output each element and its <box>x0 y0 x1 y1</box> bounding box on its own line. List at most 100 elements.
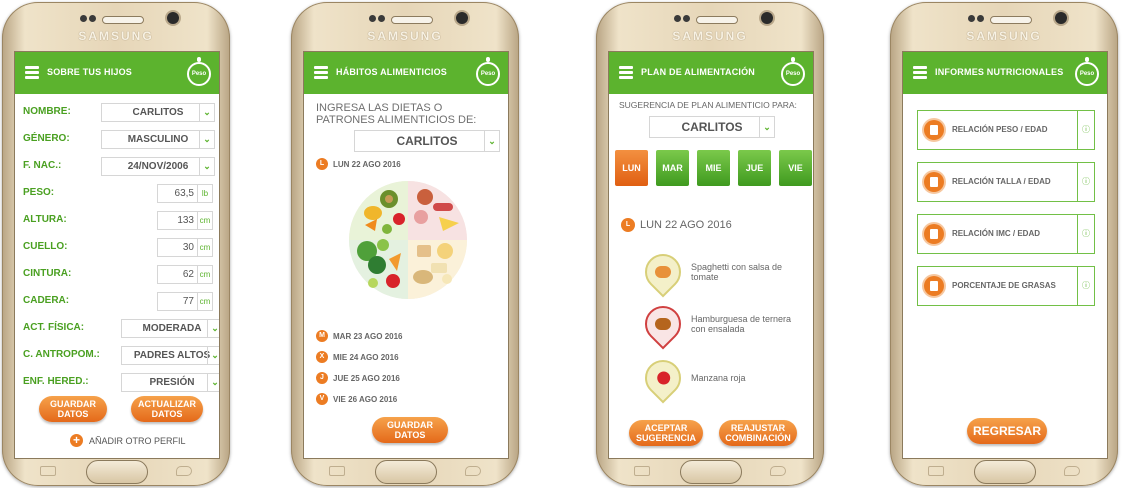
reajustar-combinacion-button[interactable]: REAJUSTAR COMBINACIÓN <box>719 420 797 446</box>
page-title: INFORMES NUTRICIONALES <box>935 67 1064 77</box>
unit-label: cm <box>197 293 212 310</box>
info-icon[interactable]: ⓘ <box>1077 111 1094 149</box>
actualizar-datos-button[interactable]: ACTUALIZAR DATOS <box>131 396 203 422</box>
recent-apps-icon[interactable] <box>928 466 944 476</box>
tab-vie[interactable]: VIE <box>779 150 812 186</box>
field-label: NOMBRE: <box>23 106 71 117</box>
hamburger-menu-icon[interactable] <box>913 66 927 79</box>
info-icon[interactable]: ⓘ <box>1077 267 1094 305</box>
hamburger-menu-icon[interactable] <box>25 66 39 79</box>
page-title: PLAN DE ALIMENTACIÓN <box>641 67 755 77</box>
field-label: PESO: <box>23 187 55 198</box>
field-actividad-fisica: ACT. FÍSICA: MODERADA ⌄ <box>23 317 219 339</box>
tab-mie[interactable]: MIE <box>697 150 730 186</box>
meal-item[interactable]: Manzana roja <box>637 352 801 404</box>
regresar-button[interactable]: REGRESAR <box>967 418 1047 444</box>
home-button[interactable] <box>375 460 437 484</box>
home-button[interactable] <box>86 460 148 484</box>
child-select[interactable]: CARLITOS ⌄ <box>354 130 500 152</box>
tab-mar[interactable]: MAR <box>656 150 689 186</box>
recent-apps-icon[interactable] <box>634 466 650 476</box>
earpiece-speaker <box>102 16 144 24</box>
app-bar: HÁBITOS ALIMENTICIOS Peso <box>304 52 508 94</box>
enfermedad-hereditaria-select[interactable]: PRESIÓN ⌄ <box>121 373 219 392</box>
day-item-vie[interactable]: V VIE 26 AGO 2016 <box>316 393 397 405</box>
field-label: F. NAC.: <box>23 160 62 171</box>
day-badge: J <box>316 372 328 384</box>
suggestion-label: SUGERENCIA DE PLAN ALIMENTICIO PARA: <box>619 100 797 110</box>
cuello-input[interactable]: 30 cm <box>157 238 213 257</box>
tab-jue[interactable]: JUE <box>738 150 771 186</box>
info-icon[interactable]: ⓘ <box>1077 163 1094 201</box>
day-item-mie[interactable]: X MIE 24 AGO 2016 <box>316 351 399 363</box>
genero-select[interactable]: MASCULINO ⌄ <box>101 130 215 149</box>
back-icon[interactable] <box>176 466 192 476</box>
phone-bottom-bezel <box>2 456 230 486</box>
page-title: HÁBITOS ALIMENTICIOS <box>336 67 448 77</box>
chevron-down-icon: ⌄ <box>759 117 774 137</box>
cintura-input[interactable]: 62 cm <box>157 265 213 284</box>
day-item-jue[interactable]: J JUE 25 AGO 2016 <box>316 372 400 384</box>
hamburger-menu-icon[interactable] <box>314 66 328 79</box>
aceptar-sugerencia-button[interactable]: ACEPTAR SUGERENCIA <box>629 420 703 446</box>
add-profile-link[interactable]: + AÑADIR OTRO PERFIL <box>70 434 186 447</box>
phone-bottom-bezel <box>596 456 824 486</box>
peso-input[interactable]: 63,5 lb <box>157 184 213 203</box>
field-cintura: CINTURA: 62 cm <box>23 263 215 285</box>
field-label: C. ANTROPOM.: <box>23 349 100 360</box>
recent-apps-icon[interactable] <box>329 466 345 476</box>
actividad-fisica-select[interactable]: MODERADA ⌄ <box>121 319 219 338</box>
meal-item[interactable]: Spaghetti con salsa de tomate <box>637 246 801 298</box>
report-imc-edad[interactable]: RELACIÓN IMC / EDAD ⓘ <box>917 214 1095 254</box>
day-badge: L <box>621 218 635 232</box>
app-bar: SOBRE TUS HIJOS Peso <box>15 52 219 94</box>
meal-item[interactable]: Hamburguesa de ternera con ensalada <box>637 298 801 350</box>
day-item-lun[interactable]: L LUN 22 AGO 2016 <box>316 158 401 170</box>
sensor-dots <box>369 15 385 23</box>
screen-informes-nutricionales: INFORMES NUTRICIONALES Peso RELACIÓN PES… <box>902 51 1108 459</box>
home-button[interactable] <box>974 460 1036 484</box>
chevron-down-icon: ⌄ <box>199 158 214 175</box>
report-talla-edad[interactable]: RELACIÓN TALLA / EDAD ⓘ <box>917 162 1095 202</box>
app-logo: Peso <box>781 57 805 86</box>
back-icon[interactable] <box>465 466 481 476</box>
recent-apps-icon[interactable] <box>40 466 56 476</box>
device-brand: SAMSUNG <box>78 29 154 43</box>
phone-1: SAMSUNG SOBRE TUS HIJOS Peso NOMBRE: CAR… <box>2 2 230 486</box>
unit-label: cm <box>197 239 212 256</box>
chevron-down-icon: ⌄ <box>199 131 214 148</box>
back-icon[interactable] <box>1064 466 1080 476</box>
day-badge: V <box>316 393 328 405</box>
screen-sobre-tus-hijos: SOBRE TUS HIJOS Peso NOMBRE: CARLITOS ⌄ G… <box>14 51 220 459</box>
height-icon <box>924 172 944 192</box>
cadera-input[interactable]: 77 cm <box>157 292 213 311</box>
tab-lun[interactable]: LUN <box>615 150 648 186</box>
chevron-down-icon: ⌄ <box>199 104 214 121</box>
report-porcentaje-grasas[interactable]: PORCENTAJE DE GRASAS ⓘ <box>917 266 1095 306</box>
unit-label: cm <box>197 266 212 283</box>
add-profile-label: AÑADIR OTRO PERFIL <box>89 435 186 446</box>
guardar-datos-button[interactable]: GUARDAR DATOS <box>39 396 107 422</box>
current-date: L LUN 22 AGO 2016 <box>621 218 732 232</box>
phone-top-bezel: SAMSUNG <box>890 2 1118 46</box>
field-label: CADERA: <box>23 295 70 306</box>
hamburger-menu-icon[interactable] <box>619 66 633 79</box>
chevron-down-icon: ⌄ <box>207 347 219 364</box>
chevron-down-icon: ⌄ <box>207 320 219 337</box>
device-brand: SAMSUNG <box>966 29 1042 43</box>
day-item-mar[interactable]: M MAR 23 AGO 2016 <box>316 330 403 342</box>
home-button[interactable] <box>680 460 742 484</box>
report-peso-edad[interactable]: RELACIÓN PESO / EDAD ⓘ <box>917 110 1095 150</box>
guardar-datos-button[interactable]: GUARDAR DATOS <box>372 417 448 443</box>
nombre-select[interactable]: CARLITOS ⌄ <box>101 103 215 122</box>
antropometria-select[interactable]: PADRES ALTOS ⌄ <box>121 346 219 365</box>
sensor-dots <box>968 15 984 23</box>
info-icon[interactable]: ⓘ <box>1077 215 1094 253</box>
field-peso: PESO: 63,5 lb <box>23 182 215 204</box>
fecha-nacimiento-select[interactable]: 24/NOV/2006 ⌄ <box>101 157 215 176</box>
child-select[interactable]: CARLITOS ⌄ <box>649 116 775 138</box>
back-icon[interactable] <box>770 466 786 476</box>
altura-input[interactable]: 133 cm <box>157 211 213 230</box>
field-label: ACT. FÍSICA: <box>23 322 85 333</box>
body-fat-icon <box>924 276 944 296</box>
